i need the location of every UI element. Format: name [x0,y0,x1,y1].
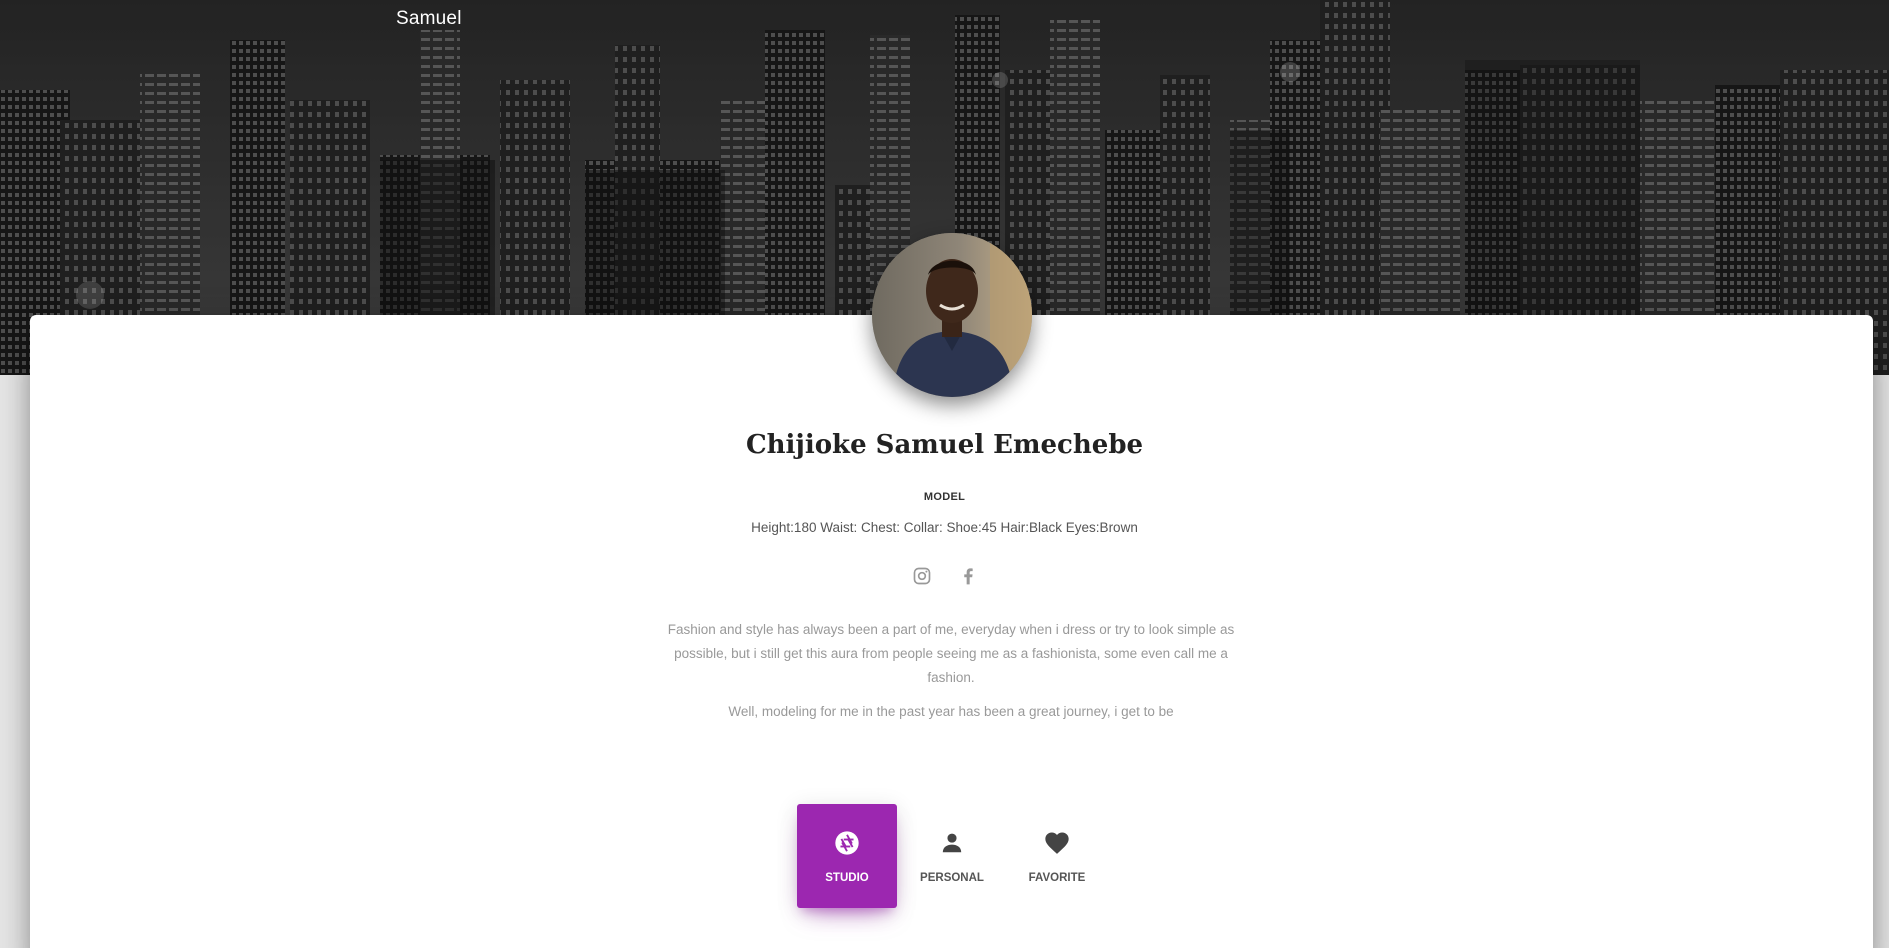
bio-paragraph: Well, modeling for me in the past year h… [728,704,1174,719]
tab-label: PERSONAL [920,872,984,884]
facebook-link[interactable] [956,564,980,588]
instagram-icon [913,567,930,585]
tab-label: STUDIO [825,872,869,884]
instagram-link[interactable] [910,564,934,588]
tab-label: FAVORITE [1028,872,1086,884]
facebook-icon [963,568,973,585]
avatar-photo [872,233,1032,397]
tab-personal[interactable]: PERSONAL [902,804,1002,908]
camera-aperture-icon [832,828,862,858]
brand-link[interactable]: Samuel [396,8,462,30]
profile-bio: Fashion and style has always been a part… [660,618,1242,734]
person-icon [937,828,967,858]
profile-role: MODEL [923,491,966,503]
social-links [0,564,1889,588]
profile-name: Chijioke Samuel Emechebe [745,430,1144,460]
profile-page: Samuel Chijioke Samuel Emechebe MODEL He… [0,0,1889,948]
tab-studio[interactable]: STUDIO [797,804,897,908]
gallery-tabs: STUDIO PERSONAL FAVORITE [797,804,1112,908]
profile-avatar [872,233,1032,397]
profile-stats: Height:180 Waist: Chest: Collar: Shoe:45… [751,520,1138,535]
tab-favorite[interactable]: FAVORITE [1007,804,1107,908]
heart-icon [1042,828,1072,858]
bio-paragraph: Fashion and style has always been a part… [667,622,1235,685]
